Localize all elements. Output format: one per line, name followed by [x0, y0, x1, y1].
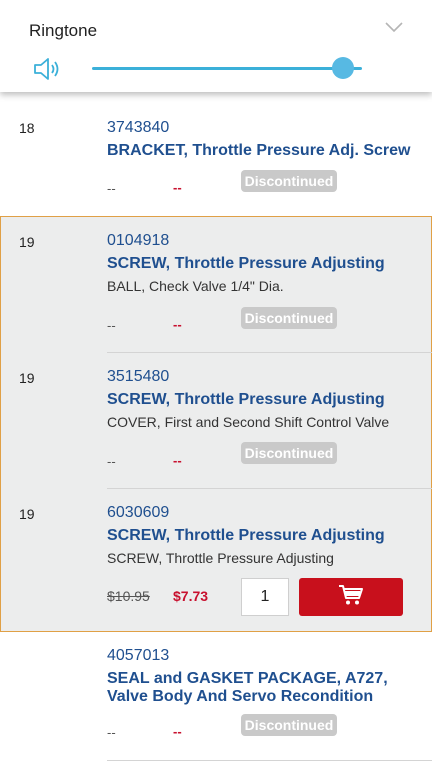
status-badge: Discontinued	[241, 170, 337, 192]
volume-slider-track[interactable]	[92, 67, 362, 70]
volume-slider-thumb[interactable]	[332, 57, 354, 79]
part-title-link[interactable]: SCREW, Throttle Pressure Adjusting	[107, 527, 425, 545]
row-divider	[107, 760, 432, 761]
row-divider	[107, 488, 432, 489]
volume-title: Ringtone	[29, 21, 98, 40]
part-title-link[interactable]: SCREW, Throttle Pressure Adjusting	[107, 255, 425, 273]
part-description: COVER, First and Second Shift Control Va…	[107, 414, 390, 430]
item-seq: 18	[19, 120, 35, 136]
sale-price: --	[173, 724, 182, 739]
speaker-icon[interactable]	[33, 56, 63, 82]
sale-price: --	[173, 317, 182, 332]
part-title-link[interactable]: SEAL and GASKET PACKAGE, A727, Valve Bod…	[107, 670, 425, 706]
status-badge: Discontinued	[241, 714, 337, 736]
item-seq: 19	[19, 506, 35, 522]
shopping-cart-icon	[338, 584, 364, 611]
list-price: --	[107, 454, 116, 469]
part-title-link[interactable]: BRACKET, Throttle Pressure Adj. Screw	[107, 142, 425, 160]
list-price: --	[107, 181, 116, 196]
sale-price: --	[173, 180, 182, 195]
status-badge: Discontinued	[241, 442, 337, 464]
quantity-input[interactable]: 1	[241, 578, 289, 616]
row-divider	[107, 352, 432, 353]
add-to-cart-button[interactable]	[299, 578, 403, 616]
chevron-down-icon[interactable]	[384, 20, 404, 34]
part-description: BALL, Check Valve 1/4" Dia.	[107, 278, 284, 294]
parts-list: 18 3743840 BRACKET, Throttle Pressure Ad…	[0, 92, 432, 768]
part-number-link[interactable]: 3743840	[107, 119, 169, 137]
part-title-link[interactable]: SCREW, Throttle Pressure Adjusting	[107, 391, 425, 409]
status-badge: Discontinued	[241, 307, 337, 329]
part-number-link[interactable]: 6030609	[107, 504, 169, 522]
item-seq: 19	[19, 234, 35, 250]
part-number-link[interactable]: 3515480	[107, 368, 169, 386]
part-description: SCREW, Throttle Pressure Adjusting	[107, 550, 334, 566]
list-price: $10.95	[107, 588, 150, 604]
volume-panel: Ringtone	[0, 0, 432, 92]
sale-price: $7.73	[173, 588, 209, 604]
list-price: --	[107, 725, 116, 740]
sale-price: --	[173, 453, 182, 468]
item-seq: 19	[19, 370, 35, 386]
list-price: --	[107, 318, 116, 333]
part-number-link[interactable]: 4057013	[107, 647, 169, 665]
part-number-link[interactable]: 0104918	[107, 232, 169, 250]
